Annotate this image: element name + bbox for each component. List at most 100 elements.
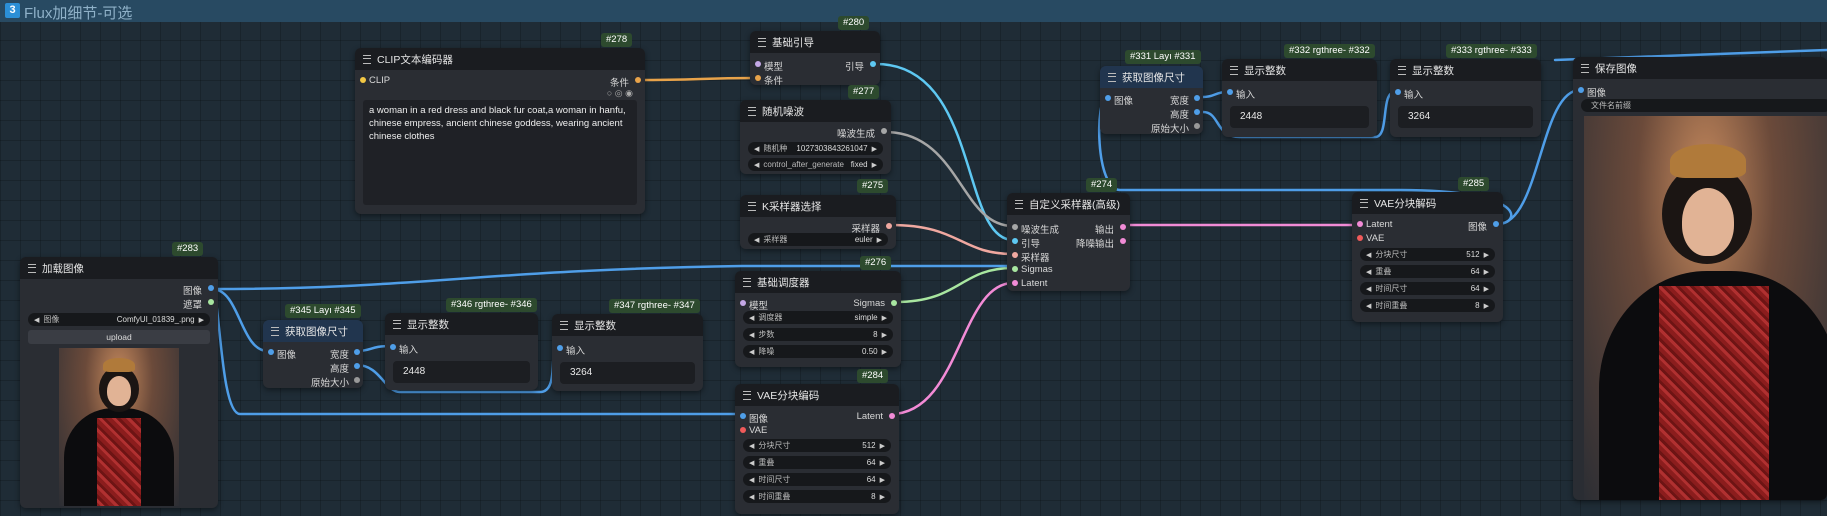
- sigmas-input-dot[interactable]: [1012, 266, 1018, 272]
- decrement-arrow-icon[interactable]: ◀: [754, 145, 759, 153]
- model-input-dot[interactable]: [755, 61, 761, 67]
- sigmas-output-dot[interactable]: [891, 300, 897, 306]
- input-dot[interactable]: [1395, 89, 1401, 95]
- image-input-dot[interactable]: [740, 413, 746, 419]
- basic-scheduler-node[interactable]: 基础调度器 模型 Sigmas ◀ 调度器 simple ▶ ◀ 步数 8 ▶ ◀ 降噪 0.5…: [735, 271, 901, 367]
- load-image-node[interactable]: 加载图像 图像 遮罩 ◀ 图像 ComfyUI_01839_.png ▶ upload: [20, 257, 218, 508]
- save-node-header[interactable]: 保存图像: [1573, 57, 1827, 79]
- decrement-arrow-icon[interactable]: ◀: [749, 331, 754, 339]
- model-input-dot[interactable]: [740, 300, 746, 306]
- save-image-node[interactable]: 保存图像 图像 文件名前缀: [1573, 57, 1827, 500]
- node-menu-icon[interactable]: [1015, 199, 1023, 209]
- size331-node-header[interactable]: 获取图像尺寸: [1100, 66, 1203, 88]
- input-dot[interactable]: [390, 344, 396, 350]
- increment-arrow-icon[interactable]: ▶: [880, 459, 885, 467]
- node-menu-icon[interactable]: [1581, 63, 1589, 73]
- steps-widget[interactable]: ◀ 步数 8 ▶: [743, 328, 893, 341]
- ksampler-select-node[interactable]: K采样器选择 采样器 ◀ 采样器 euler ▶: [740, 195, 896, 249]
- vae-input-dot[interactable]: [1357, 235, 1363, 241]
- decrement-arrow-icon[interactable]: ◀: [749, 314, 754, 322]
- node-menu-icon[interactable]: [743, 277, 751, 287]
- display-int-node-347[interactable]: 显示整数 输入 3264: [552, 314, 703, 391]
- noise-input-dot[interactable]: [1012, 224, 1018, 230]
- temporal-size-widget[interactable]: ◀ 时间尺寸 64 ▶: [1360, 282, 1495, 295]
- noise-node-header[interactable]: 随机噪波: [740, 100, 891, 122]
- custom-node-header[interactable]: 自定义采样器(高级): [1007, 193, 1130, 215]
- denoised-output-dot[interactable]: [1120, 238, 1126, 244]
- size345-node-header[interactable]: 获取图像尺寸: [263, 320, 363, 342]
- node-menu-icon[interactable]: [1398, 65, 1406, 75]
- decrement-arrow-icon[interactable]: ◀: [749, 459, 754, 467]
- vaeenc-node-header[interactable]: VAE分块编码: [735, 384, 899, 406]
- image-input-dot[interactable]: [1578, 87, 1584, 93]
- sched-node-header[interactable]: 基础调度器: [735, 271, 901, 293]
- noise-output-dot[interactable]: [881, 128, 887, 134]
- increment-arrow-icon[interactable]: ▶: [880, 442, 885, 450]
- int332-node-header[interactable]: 显示整数: [1222, 59, 1377, 81]
- sampler-input-dot[interactable]: [1012, 252, 1018, 258]
- width-output-dot[interactable]: [354, 349, 360, 355]
- latent-input-dot[interactable]: [1012, 280, 1018, 286]
- increment-arrow-icon[interactable]: ▶: [882, 348, 887, 356]
- int333-node-header[interactable]: 显示整数: [1390, 59, 1541, 81]
- decrement-arrow-icon[interactable]: ◀: [754, 236, 759, 244]
- sampler-widget[interactable]: ◀ 采样器 euler ▶: [748, 233, 888, 246]
- overlap-widget[interactable]: ◀ 重叠 64 ▶: [743, 456, 891, 469]
- decrement-arrow-icon[interactable]: ◀: [749, 493, 754, 501]
- decrement-arrow-icon[interactable]: ◀: [1366, 285, 1371, 293]
- increment-arrow-icon[interactable]: ▶: [1484, 302, 1489, 310]
- node-menu-icon[interactable]: [560, 320, 568, 330]
- clip-node-header[interactable]: CLIP文本编码器: [355, 48, 645, 70]
- node-menu-icon[interactable]: [271, 326, 279, 336]
- node-menu-icon[interactable]: [743, 390, 751, 400]
- mask-output-dot[interactable]: [208, 299, 214, 305]
- width-output-dot[interactable]: [1194, 95, 1200, 101]
- vae-tiled-decode-node[interactable]: VAE分块解码 Latent VAE 图像 ◀ 分块尺寸 512 ▶ ◀ 重叠 64 ▶ ◀…: [1352, 192, 1503, 322]
- node-menu-icon[interactable]: [363, 54, 371, 64]
- control-after-generate-widget[interactable]: ◀ control_after_generate fixed ▶: [748, 158, 883, 171]
- latent-input-dot[interactable]: [1357, 221, 1363, 227]
- output-dot[interactable]: [1120, 224, 1126, 230]
- node-menu-icon[interactable]: [1108, 72, 1116, 82]
- cond-input-dot[interactable]: [755, 75, 761, 81]
- int347-node-header[interactable]: 显示整数: [552, 314, 703, 336]
- input-dot[interactable]: [557, 345, 563, 351]
- temporal-size-widget[interactable]: ◀ 时间尺寸 64 ▶: [743, 473, 891, 486]
- basic-guider-node[interactable]: 基础引导 模型 条件 引导: [750, 31, 880, 85]
- image-input-dot[interactable]: [268, 349, 274, 355]
- get-image-size-node-331[interactable]: 获取图像尺寸 图像 宽度 高度 原始大小: [1100, 66, 1203, 134]
- decrement-arrow-icon[interactable]: ◀: [749, 476, 754, 484]
- cond-output-dot[interactable]: [635, 77, 641, 83]
- image-output-dot[interactable]: [208, 285, 214, 291]
- decrement-arrow-icon[interactable]: ◀: [749, 442, 754, 450]
- decrement-arrow-icon[interactable]: ◀: [754, 161, 759, 169]
- decrement-arrow-icon[interactable]: ◀: [1366, 268, 1371, 276]
- increment-arrow-icon[interactable]: ▶: [877, 236, 882, 244]
- node-menu-icon[interactable]: [758, 37, 766, 47]
- ksel-node-header[interactable]: K采样器选择: [740, 195, 896, 217]
- random-noise-node[interactable]: 随机噪波 噪波生成 ◀ 随机种 1027303843261047 ▶ ◀ con…: [740, 100, 891, 174]
- decrement-arrow-icon[interactable]: ◀: [749, 348, 754, 356]
- decrement-arrow-icon[interactable]: ◀: [1366, 302, 1371, 310]
- original-size-output-dot[interactable]: [354, 377, 360, 383]
- overlap-widget[interactable]: ◀ 重叠 64 ▶: [1360, 265, 1495, 278]
- vaedec-node-header[interactable]: VAE分块解码: [1352, 192, 1503, 214]
- original-size-output-dot[interactable]: [1194, 123, 1200, 129]
- increment-arrow-icon[interactable]: ▶: [1484, 268, 1489, 276]
- text-tools-icons[interactable]: ○ ◎ ◉: [607, 88, 633, 99]
- node-menu-icon[interactable]: [748, 201, 756, 211]
- node-menu-icon[interactable]: [1360, 198, 1368, 208]
- display-int-node-346[interactable]: 显示整数 输入 2448: [385, 313, 538, 390]
- increment-arrow-icon[interactable]: ▶: [880, 476, 885, 484]
- denoise-widget[interactable]: ◀ 降噪 0.50 ▶: [743, 345, 893, 358]
- vae-tiled-encode-node[interactable]: VAE分块编码 图像 VAE Latent ◀ 分块尺寸 512 ▶ ◀ 重叠 64 ▶ ◀…: [735, 384, 899, 514]
- increment-arrow-icon[interactable]: ▶: [1484, 285, 1489, 293]
- increment-arrow-icon[interactable]: ▶: [882, 331, 887, 339]
- guide-input-dot[interactable]: [1012, 238, 1018, 244]
- node-menu-icon[interactable]: [1230, 65, 1238, 75]
- seed-widget[interactable]: ◀ 随机种 1027303843261047 ▶: [748, 142, 883, 155]
- upload-button[interactable]: upload: [28, 330, 210, 344]
- int346-node-header[interactable]: 显示整数: [385, 313, 538, 335]
- clip-text-encoder-node[interactable]: CLIP文本编码器 CLIP 条件 ○ ◎ ◉ a woman in a red…: [355, 48, 645, 214]
- decrement-arrow-icon[interactable]: ◀: [34, 316, 39, 324]
